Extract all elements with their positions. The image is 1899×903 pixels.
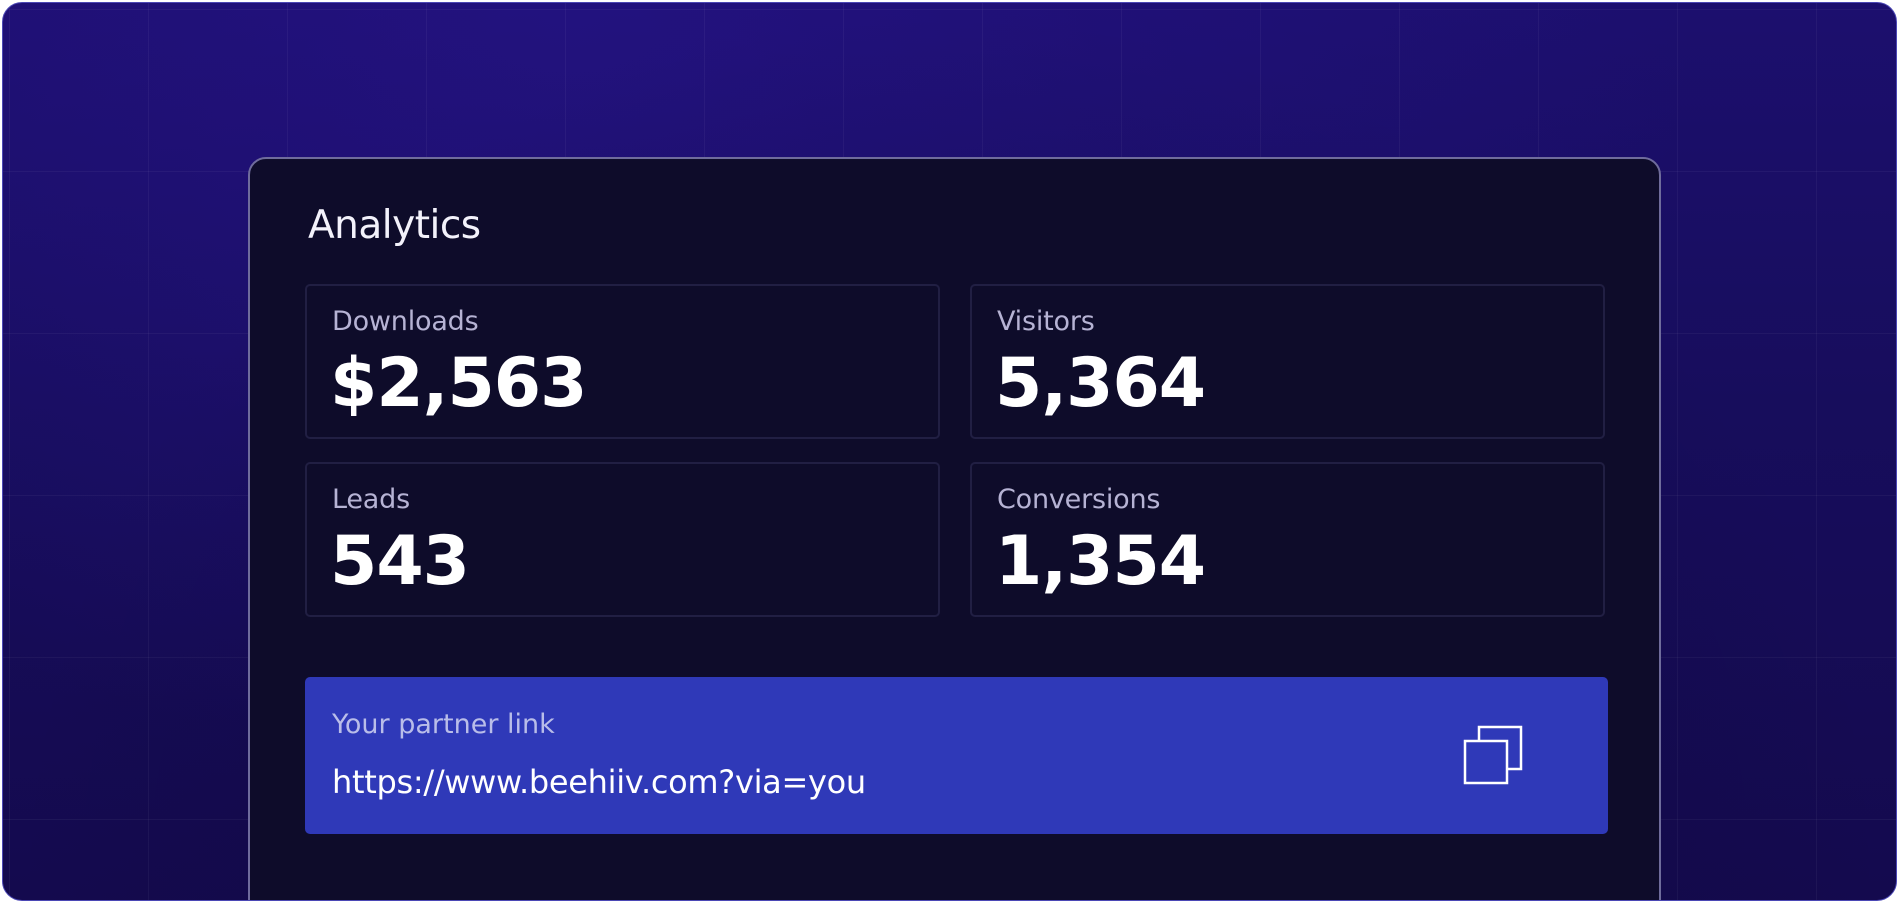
stat-label: Conversions — [997, 484, 1161, 515]
stat-label: Downloads — [332, 306, 479, 337]
copy-icon — [1463, 725, 1523, 785]
stat-value: 5,364 — [995, 344, 1206, 423]
stat-card-downloads: Downloads $2,563 — [305, 284, 940, 439]
partner-link-url[interactable]: https://www.beehiiv.com?via=you — [332, 763, 866, 801]
stat-label: Leads — [332, 484, 410, 515]
partner-link-box: Your partner link https://www.beehiiv.co… — [305, 677, 1608, 834]
stat-value: 543 — [330, 522, 470, 601]
partner-link-label: Your partner link — [332, 709, 555, 740]
analytics-panel: Analytics Downloads $2,563 Visitors 5,36… — [248, 157, 1661, 900]
stat-value: $2,563 — [330, 344, 587, 423]
copy-button[interactable] — [1459, 721, 1529, 791]
background-frame: Analytics Downloads $2,563 Visitors 5,36… — [2, 2, 1897, 901]
panel-title: Analytics — [308, 203, 481, 248]
stat-label: Visitors — [997, 306, 1095, 337]
stat-card-visitors: Visitors 5,364 — [970, 284, 1605, 439]
stat-card-conversions: Conversions 1,354 — [970, 462, 1605, 617]
stat-value: 1,354 — [995, 522, 1206, 601]
stat-card-leads: Leads 543 — [305, 462, 940, 617]
